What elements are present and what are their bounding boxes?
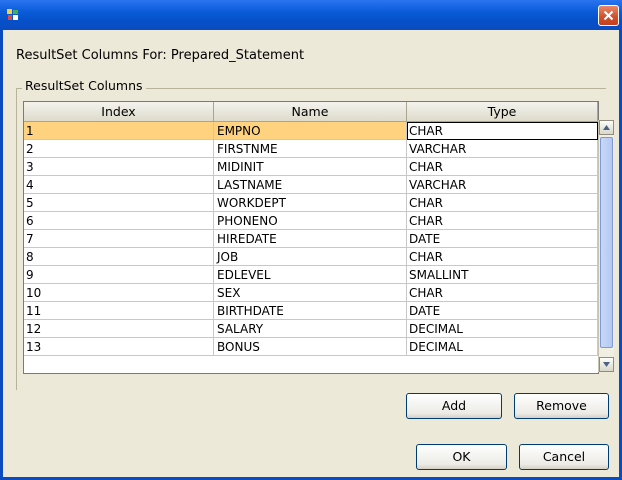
table-row[interactable]: 7 HIREDATE DATE (24, 230, 598, 248)
table-row[interactable]: 10 SEX CHAR (24, 284, 598, 302)
cell-index[interactable]: 5 (24, 194, 214, 212)
cell-name[interactable]: MIDINIT (214, 158, 407, 176)
cell-index[interactable]: 8 (24, 248, 214, 266)
cell-type[interactable]: CHAR (407, 212, 598, 230)
column-header-index[interactable]: Index (24, 102, 214, 122)
cell-name[interactable]: PHONENO (214, 212, 407, 230)
vertical-scrollbar[interactable] (598, 120, 614, 372)
app-icon (6, 8, 20, 22)
scroll-thumb[interactable] (600, 137, 613, 348)
cell-index[interactable]: 4 (24, 176, 214, 194)
title-bar (0, 0, 622, 30)
scroll-up-button[interactable] (599, 120, 614, 135)
cell-type[interactable]: DATE (407, 230, 598, 248)
cell-index[interactable]: 6 (24, 212, 214, 230)
cell-index[interactable]: 13 (24, 338, 214, 356)
cell-type[interactable]: CHAR (407, 194, 598, 212)
arrow-up-icon (603, 125, 610, 130)
table-row[interactable]: 12 SALARY DECIMAL (24, 320, 598, 338)
cell-type[interactable]: SMALLINT (407, 266, 598, 284)
dialog-heading: ResultSet Columns For: Prepared_Statemen… (16, 48, 305, 63)
window-border (0, 30, 3, 480)
cell-name[interactable]: WORKDEPT (214, 194, 407, 212)
cell-name[interactable]: LASTNAME (214, 176, 407, 194)
arrow-down-icon (603, 362, 610, 367)
cell-type[interactable]: CHAR (407, 122, 598, 140)
cell-index[interactable]: 2 (24, 140, 214, 158)
ok-button[interactable]: OK (416, 444, 507, 470)
cell-type[interactable]: DECIMAL (407, 320, 598, 338)
cell-index[interactable]: 10 (24, 284, 214, 302)
cell-name[interactable]: EMPNO (214, 122, 407, 140)
cell-index[interactable]: 12 (24, 320, 214, 338)
cell-type[interactable]: VARCHAR (407, 176, 598, 194)
table-row[interactable]: 2 FIRSTNME VARCHAR (24, 140, 598, 158)
table-row[interactable]: 4 LASTNAME VARCHAR (24, 176, 598, 194)
cell-type[interactable]: VARCHAR (407, 140, 598, 158)
cell-name[interactable]: HIREDATE (214, 230, 407, 248)
cell-type[interactable]: DECIMAL (407, 338, 598, 356)
table-row[interactable]: 8 JOB CHAR (24, 248, 598, 266)
cell-type[interactable]: CHAR (407, 284, 598, 302)
cell-name[interactable]: BIRTHDATE (214, 302, 407, 320)
cell-index[interactable]: 1 (24, 122, 214, 140)
table-row[interactable]: 1 EMPNO CHAR (24, 122, 598, 140)
cell-index[interactable]: 3 (24, 158, 214, 176)
remove-button[interactable]: Remove (514, 393, 609, 419)
table-row[interactable]: 6 PHONENO CHAR (24, 212, 598, 230)
cell-name[interactable]: EDLEVEL (214, 266, 407, 284)
add-button[interactable]: Add (406, 393, 502, 419)
cell-name[interactable]: JOB (214, 248, 407, 266)
group-border (16, 88, 17, 390)
table-row[interactable]: 5 WORKDEPT CHAR (24, 194, 598, 212)
column-header-name[interactable]: Name (214, 102, 407, 122)
cell-index[interactable]: 11 (24, 302, 214, 320)
column-header-type[interactable]: Type (407, 102, 598, 122)
cell-type[interactable]: CHAR (407, 248, 598, 266)
cell-type[interactable]: CHAR (407, 158, 598, 176)
table-row[interactable]: 3 MIDINIT CHAR (24, 158, 598, 176)
close-icon (603, 10, 614, 21)
table-row[interactable]: 13 BONUS DECIMAL (24, 338, 598, 356)
table-row[interactable]: 9 EDLEVEL SMALLINT (24, 266, 598, 284)
cell-name[interactable]: FIRSTNME (214, 140, 407, 158)
cell-type[interactable]: DATE (407, 302, 598, 320)
cancel-button[interactable]: Cancel (519, 444, 609, 470)
close-button[interactable] (598, 5, 619, 26)
cell-name[interactable]: BONUS (214, 338, 407, 356)
cell-name[interactable]: SALARY (214, 320, 407, 338)
scroll-down-button[interactable] (599, 357, 614, 372)
cell-index[interactable]: 9 (24, 266, 214, 284)
cell-name[interactable]: SEX (214, 284, 407, 302)
cell-index[interactable]: 7 (24, 230, 214, 248)
resultset-columns-table[interactable]: Index Name Type 1 EMPNO CHAR 2 FIRSTNME VARCH… (23, 101, 599, 374)
group-label: ResultSet Columns (22, 78, 146, 93)
table-row[interactable]: 11 BIRTHDATE DATE (24, 302, 598, 320)
